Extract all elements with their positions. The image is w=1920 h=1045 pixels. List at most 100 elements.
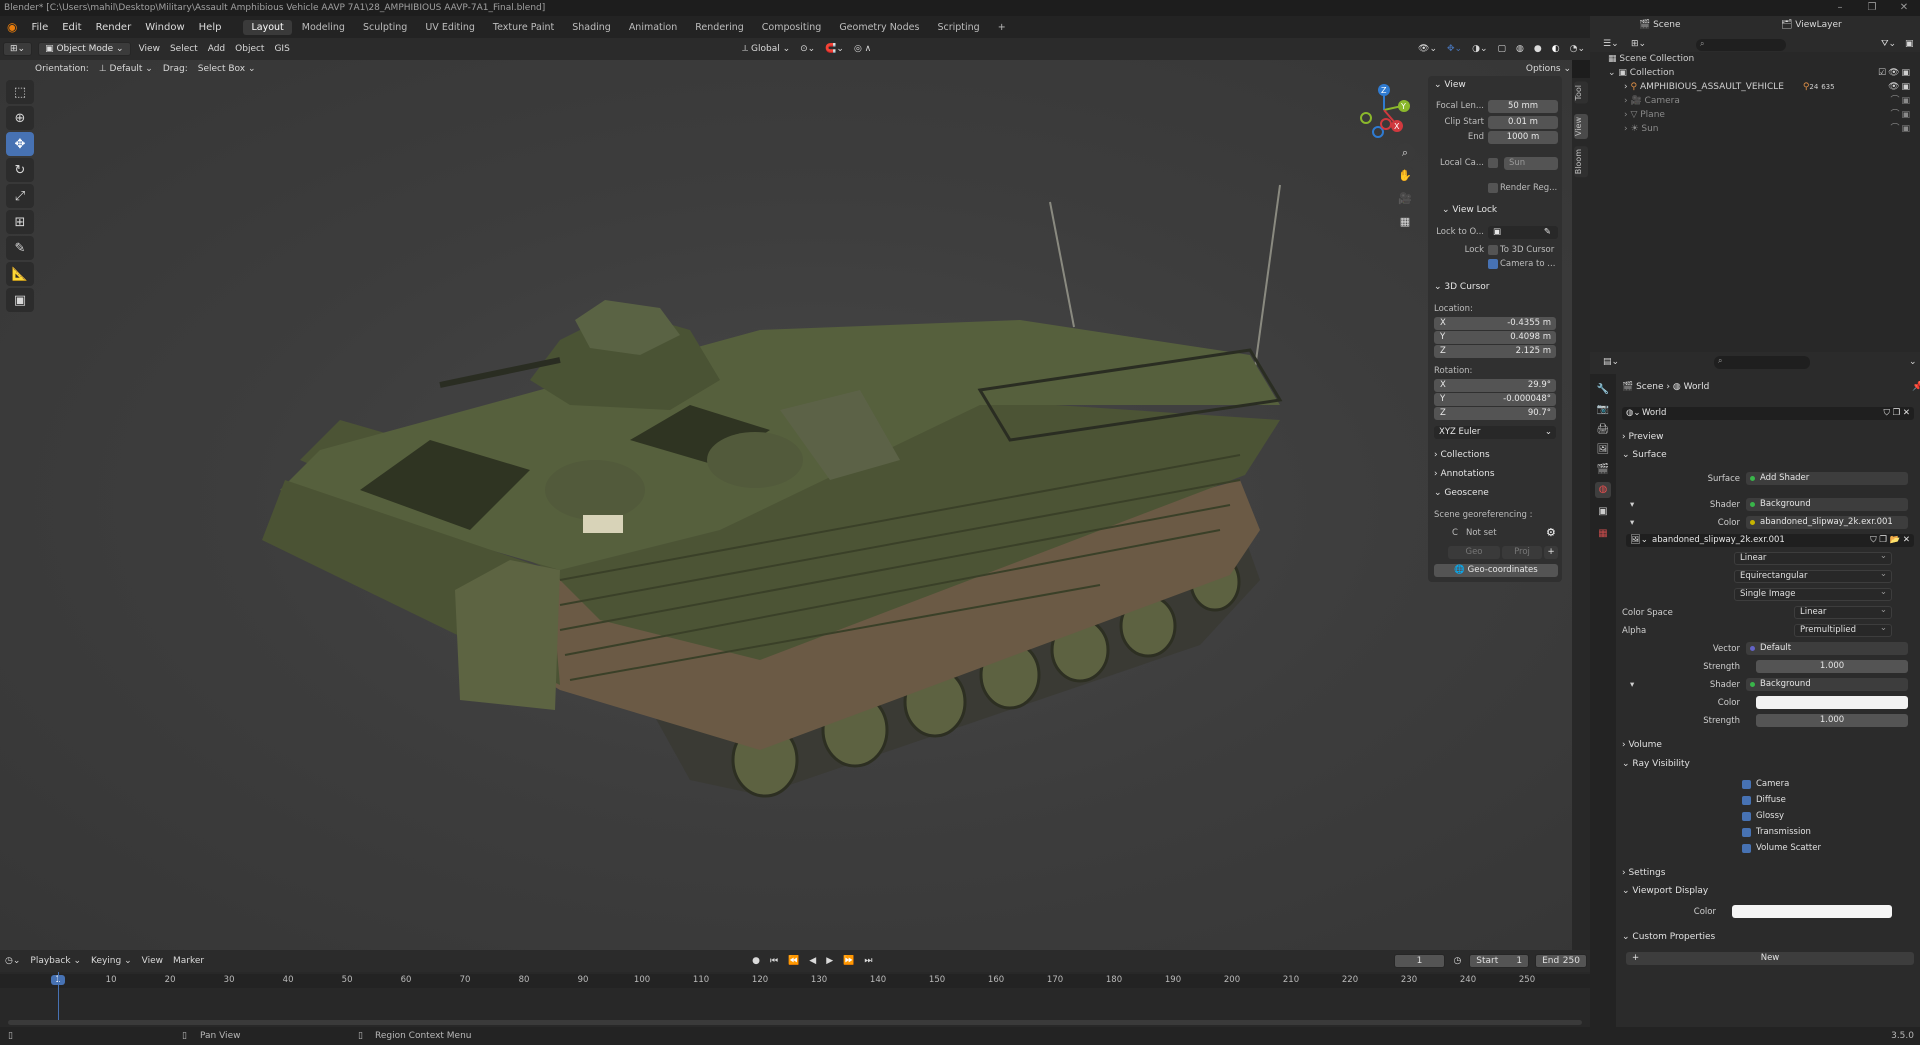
properties-options-icon[interactable]: ⌄ — [1904, 357, 1920, 367]
view-layer-tab-icon[interactable]: 🖼 — [1595, 442, 1611, 458]
ray-camera-checkbox[interactable] — [1742, 780, 1751, 789]
ray-diffuse-checkbox[interactable] — [1742, 796, 1751, 805]
tab-sculpting[interactable]: Sculpting — [355, 20, 415, 35]
world-tab-icon[interactable]: ◍ — [1595, 482, 1611, 498]
outliner-item-sun[interactable]: › ☀ Sun ⌒▣ — [1624, 122, 1920, 136]
ray-volume-scatter-checkbox[interactable] — [1742, 844, 1751, 853]
texture-tab-icon[interactable]: ▦ — [1595, 526, 1611, 542]
navigation-gizmo[interactable]: Z Y X — [1356, 82, 1412, 138]
gizmo-toggle-icon[interactable]: ✥⌄ — [1442, 44, 1467, 54]
tab-shading[interactable]: Shading — [564, 20, 619, 35]
ray-transmission-checkbox[interactable] — [1742, 828, 1751, 837]
zoom-icon[interactable]: ⌕ — [1395, 143, 1415, 163]
timeline-scrollbar[interactable] — [8, 1020, 1582, 1025]
preview-header[interactable]: › Preview — [1622, 432, 1664, 442]
ray-glossy-checkbox[interactable] — [1742, 812, 1751, 821]
outliner-item-vehicle[interactable]: › ⚲ AMPHIBIOUS_ASSAULT_VEHICLE ⚲24 635 👁▣ — [1624, 80, 1920, 94]
3d-cursor-header[interactable]: ⌄ 3D Cursor — [1434, 282, 1490, 292]
cursor-icon[interactable]: ⊕ — [6, 106, 34, 130]
vehicle-visibility-icons[interactable]: 👁▣ — [1888, 80, 1912, 94]
cursor-loc-z[interactable]: Z 2.125 m — [1434, 345, 1556, 358]
shading-solid-icon[interactable]: ● — [1529, 44, 1547, 54]
options-dropdown[interactable]: Options ⌄ — [1521, 64, 1576, 74]
play-reverse-icon[interactable]: ◀ — [804, 956, 821, 966]
snap-icon[interactable]: 🧲⌄ — [820, 44, 849, 54]
blender-logo-icon[interactable]: ◉ — [0, 20, 24, 34]
focal-length-field[interactable]: 50 mm — [1488, 100, 1558, 113]
alpha-dropdown[interactable]: Premultiplied — [1794, 623, 1892, 637]
outliner-item-plane[interactable]: › ▽ Plane ⌒▣ — [1624, 108, 1920, 122]
camera-to-view-checkbox[interactable] — [1488, 259, 1498, 269]
cursor-rot-z[interactable]: Z 90.7° — [1434, 407, 1556, 420]
tab-compositing[interactable]: Compositing — [754, 20, 830, 35]
menu-gis[interactable]: GIS — [269, 44, 294, 54]
vector-field[interactable]: Default — [1746, 642, 1908, 655]
end-frame-field[interactable]: End 250 — [1535, 954, 1587, 968]
next-key-icon[interactable]: ⏩ — [838, 956, 859, 966]
timeline-editor-icon[interactable]: ◷⌄ — [0, 956, 25, 966]
move-icon[interactable]: ✥ — [6, 132, 34, 156]
editor-type-dropdown[interactable]: ⊞⌄ — [3, 42, 33, 56]
properties-search-input[interactable]: ⌕ — [1714, 356, 1810, 369]
vp-color-swatch[interactable] — [1732, 905, 1892, 918]
strength2-field[interactable]: 1.000 — [1756, 714, 1908, 727]
world-datablock-actions[interactable]: ⛉ ❐ ✕ — [1883, 407, 1910, 420]
color1-field[interactable]: abandoned_slipway_2k.exr.001 — [1746, 516, 1908, 529]
add-workspace-button[interactable]: + — [990, 20, 1014, 35]
transform-icon[interactable]: ⊞ — [6, 210, 34, 234]
shading-material-icon[interactable]: ◐ — [1547, 44, 1565, 54]
tab-view[interactable]: View — [1574, 114, 1588, 139]
view-layer-selector[interactable]: 🗂 ViewLayer — [1776, 20, 1847, 30]
tab-animation[interactable]: Animation — [621, 20, 685, 35]
render-region-checkbox[interactable] — [1488, 183, 1498, 193]
eyedropper-icon[interactable]: ✎ — [1544, 226, 1551, 239]
lock-cursor-checkbox[interactable] — [1488, 245, 1498, 255]
transform-orientation-dropdown[interactable]: ⟂ Global ⌄ — [737, 44, 795, 54]
tab-scripting[interactable]: Scripting — [929, 20, 987, 35]
playback-menu[interactable]: Playback ⌄ — [25, 956, 86, 966]
rotate-icon[interactable]: ↻ — [6, 158, 34, 182]
maximize-button[interactable]: ❐ — [1856, 0, 1888, 16]
image-actions[interactable]: ⛉ ❐ 📂 ✕ — [1870, 534, 1910, 547]
tab-rendering[interactable]: Rendering — [687, 20, 752, 35]
surface-header[interactable]: ⌄ Surface — [1622, 450, 1667, 460]
scene-collection-row[interactable]: ▦ Scene Collection — [1608, 52, 1694, 66]
shader2-field[interactable]: Background — [1746, 678, 1908, 691]
output-tab-icon[interactable]: 🖨 — [1595, 422, 1611, 438]
cursor-rot-y[interactable]: Y -0.000048° — [1434, 393, 1556, 406]
ray-visibility-header[interactable]: ⌄ Ray Visibility — [1622, 759, 1690, 769]
settings-header[interactable]: › Settings — [1622, 868, 1665, 878]
view-lock-header[interactable]: ⌄ View Lock — [1442, 205, 1497, 215]
playhead[interactable] — [58, 972, 59, 1020]
outliner-item-camera[interactable]: › 🎥 Camera ⌒▣ — [1624, 94, 1920, 108]
source-dropdown[interactable]: Single Image — [1734, 587, 1892, 601]
collections-header[interactable]: › Collections — [1434, 450, 1490, 460]
interpolation-dropdown[interactable]: Linear — [1734, 551, 1892, 565]
cursor-loc-x[interactable]: X -0.4355 m — [1434, 317, 1556, 330]
marker-menu[interactable]: Marker — [168, 956, 209, 966]
image-datablock-field[interactable]: 🖼⌄ abandoned_slipway_2k.exr.001 ⛉ ❐ 📂 ✕ — [1626, 534, 1914, 547]
shader2-collapse-icon[interactable]: ▾ — [1630, 680, 1634, 690]
annotations-header[interactable]: › Annotations — [1434, 469, 1495, 479]
visibility-icon[interactable]: 👁⌄ — [1413, 44, 1442, 54]
close-button[interactable]: ✕ — [1888, 0, 1920, 16]
perspective-grid-icon[interactable]: ▦ — [1395, 212, 1415, 232]
color1-collapse-icon[interactable]: ▾ — [1630, 518, 1634, 528]
drag-dropdown[interactable]: Select Box ⌄ — [193, 64, 261, 74]
jump-start-icon[interactable]: ⏮ — [765, 956, 783, 966]
view-section-header[interactable]: ⌄ View — [1434, 80, 1466, 90]
menu-view[interactable]: View — [134, 44, 165, 54]
start-frame-field[interactable]: Start 1 — [1469, 954, 1530, 968]
3d-viewport[interactable] — [0, 60, 1572, 950]
sun-visibility-icons[interactable]: ⌒▣ — [1890, 122, 1912, 136]
menu-select[interactable]: Select — [165, 44, 203, 54]
strength1-field[interactable]: 1.000 — [1756, 660, 1908, 673]
minimize-button[interactable]: – — [1824, 0, 1856, 16]
color2-swatch[interactable] — [1756, 696, 1908, 709]
clip-start-field[interactable]: 0.01 m — [1488, 116, 1558, 129]
geo-coordinates-button[interactable]: 🌐 Geo-coordinates — [1434, 564, 1558, 577]
cursor-loc-y[interactable]: Y 0.4098 m — [1434, 331, 1556, 344]
select-box-icon[interactable]: ⬚ — [6, 80, 34, 104]
xray-icon[interactable]: ▢ — [1493, 44, 1512, 54]
tab-bloom[interactable]: Bloom — [1574, 146, 1588, 178]
